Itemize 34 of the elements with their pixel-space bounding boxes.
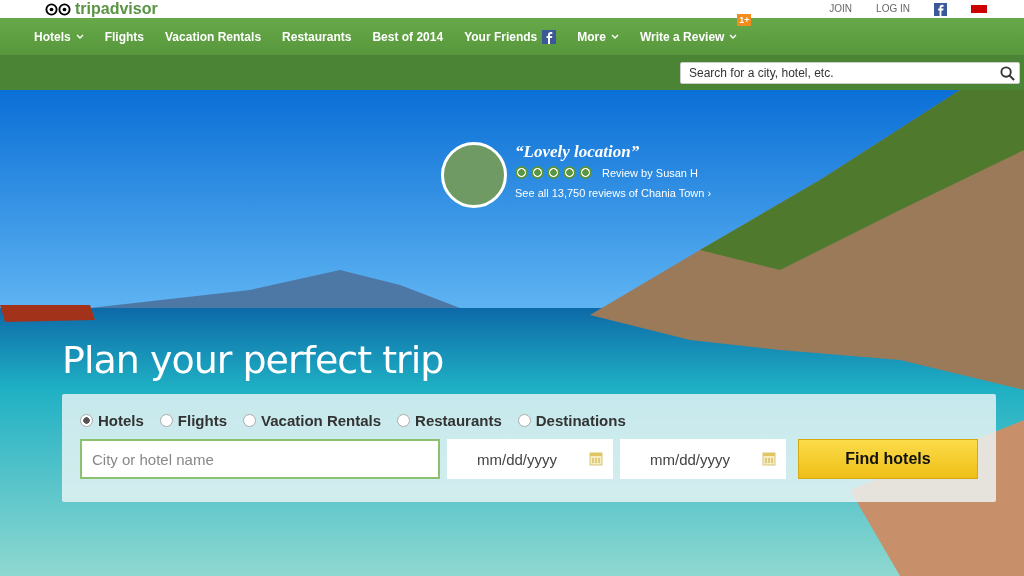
search-field[interactable]: Search for a city, hotel, etc. xyxy=(680,61,1020,84)
review-author: Review by Susan H xyxy=(602,166,698,179)
category-radio[interactable]: Restaurants xyxy=(397,412,502,429)
facebook-icon xyxy=(542,29,557,44)
search-icon[interactable] xyxy=(1000,65,1015,81)
nav-link[interactable]: More xyxy=(577,29,619,44)
logo-text[interactable]: tripadvisor xyxy=(75,0,158,18)
find-hotels-button[interactable]: Find hotels xyxy=(798,439,978,479)
nav-link[interactable]: Flights xyxy=(104,29,144,44)
nav-link[interactable]: Vacation Rentals xyxy=(165,29,262,44)
date-field[interactable]: mm/dd/yyyy xyxy=(620,439,786,479)
reviews-link[interactable]: See all 13,750 reviews of Chania Town › xyxy=(515,187,712,199)
nav-link[interactable]: Best of 2014 xyxy=(372,29,444,44)
header-link[interactable]: LOG IN xyxy=(876,3,910,15)
date-field[interactable]: mm/dd/yyyy xyxy=(447,439,613,479)
header-link[interactable]: JOIN xyxy=(829,3,853,15)
caret-icon xyxy=(610,34,619,39)
category-radio[interactable]: Vacation Rentals xyxy=(243,412,382,429)
destination-field[interactable]: City or hotel name xyxy=(80,439,440,479)
facebook-icon[interactable] xyxy=(934,2,947,16)
calendar-icon[interactable] xyxy=(589,452,603,466)
nav-link[interactable]: Your Friends xyxy=(464,29,557,44)
headline: Plan your perfect trip xyxy=(62,338,445,382)
nav-link[interactable]: Hotels xyxy=(34,29,84,44)
nav-link[interactable]: Restaurants xyxy=(282,29,352,44)
review-quote: “Lovely location” xyxy=(515,142,641,162)
calendar-icon[interactable] xyxy=(762,452,776,466)
flag-icon[interactable] xyxy=(971,5,987,13)
caret-icon xyxy=(75,34,84,39)
owl-eyes-icon xyxy=(45,2,71,16)
category-radio[interactable]: Hotels xyxy=(80,412,144,429)
category-radio[interactable]: Flights xyxy=(159,412,227,429)
caret-icon xyxy=(729,34,738,39)
category-radio[interactable]: Destinations xyxy=(517,412,626,429)
